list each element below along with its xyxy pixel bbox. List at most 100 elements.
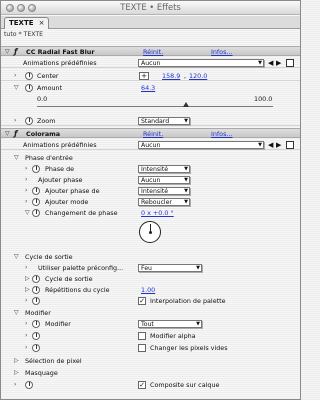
effect-header-colorama[interactable]: ▽ ƒ Colorama Réinit. Infos... (1, 128, 300, 138)
disclosure-open-icon[interactable]: ▽ (14, 252, 19, 262)
disclosure-closed-icon[interactable]: › (25, 186, 27, 196)
disclosure-closed-icon[interactable]: › (14, 380, 16, 390)
disclosure-closed-icon[interactable]: › (25, 296, 27, 306)
phase-shift-value[interactable]: 0 x +0.0 ° (141, 208, 174, 218)
disclosure-closed-icon[interactable]: ▷ (25, 274, 30, 284)
center-y-value[interactable]: 120.0 (189, 71, 207, 81)
stopwatch-icon[interactable] (25, 72, 33, 80)
phase-de-dropdown[interactable]: Intensité (138, 165, 190, 173)
cycle-repetitions-value[interactable]: 1.00 (141, 285, 155, 295)
modify-row: › Modifier Tout (1, 319, 300, 329)
modify-group-label: Modifier (25, 309, 51, 317)
pixel-selection-label: Sélection de pixel (25, 357, 82, 365)
disclosure-closed-icon[interactable]: › (25, 263, 27, 273)
presets-label: Animations prédéfinies (23, 141, 97, 149)
reset-link[interactable]: Réinit. (143, 129, 163, 139)
tab-label: TEXTE (9, 19, 34, 27)
presets-dropdown[interactable]: Aucun (138, 141, 264, 149)
apply-preset-button[interactable] (286, 141, 294, 149)
stopwatch-icon[interactable] (25, 381, 33, 389)
pixel-selection-group[interactable]: ▷ Sélection de pixel (1, 356, 300, 366)
preset-next-icon[interactable]: ▶ (276, 59, 281, 67)
fx-icon[interactable]: ƒ (14, 129, 17, 139)
change-empty-pixels-checkbox[interactable] (138, 344, 146, 352)
disclosure-closed-icon[interactable]: › (14, 71, 16, 81)
stopwatch-icon[interactable] (32, 187, 40, 195)
stopwatch-icon[interactable] (32, 344, 40, 352)
stopwatch-icon[interactable] (32, 320, 40, 328)
phase-angle-dial[interactable] (139, 221, 161, 243)
disclosure-closed-icon[interactable]: › (25, 175, 27, 185)
stopwatch-icon[interactable] (32, 332, 40, 340)
disclosure-open-icon[interactable]: ▽ (5, 129, 10, 139)
stopwatch-icon[interactable] (25, 84, 33, 92)
amount-value[interactable]: 64.3 (141, 83, 155, 93)
stopwatch-icon[interactable] (32, 286, 40, 294)
add-phase-de-dropdown[interactable]: Intensité (138, 187, 190, 195)
masking-group[interactable]: ▷ Masquage (1, 368, 300, 378)
crosshair-icon[interactable]: + (139, 72, 149, 80)
preset-palette-dropdown[interactable]: Feu (138, 264, 202, 272)
preset-prev-icon[interactable]: ◀ (268, 141, 273, 149)
stopwatch-icon[interactable] (32, 275, 40, 283)
slider-max-label: 100.0 (254, 95, 273, 103)
modify-dropdown[interactable]: Tout (138, 320, 202, 328)
amount-slider-track[interactable] (37, 106, 273, 107)
change-empty-pixels-row: › Changer les pixels vides (1, 343, 300, 353)
center-label: Center (37, 72, 59, 80)
disclosure-open-icon[interactable]: ▽ (14, 153, 19, 163)
tab-close-icon[interactable]: × (39, 18, 45, 29)
center-row: › Center + 158.9 , 120.0 (1, 71, 300, 81)
phase-de-label: Phase de (45, 165, 75, 173)
disclosure-open-icon[interactable]: ▽ (14, 83, 19, 93)
disclosure-closed-icon[interactable]: › (25, 197, 27, 207)
fx-icon[interactable]: ƒ (14, 47, 17, 57)
composite-on-layer-checkbox[interactable]: ✓ (138, 381, 146, 389)
input-phase-group[interactable]: ▽ Phase d'entrée (1, 153, 300, 163)
stopwatch-icon[interactable] (32, 165, 40, 173)
disclosure-closed-icon[interactable]: › (25, 331, 27, 341)
stopwatch-icon[interactable] (32, 297, 40, 305)
disclosure-open-icon[interactable]: ▽ (5, 47, 10, 57)
disclosure-closed-icon[interactable]: ▷ (14, 368, 19, 378)
add-phase-dropdown[interactable]: Aucun (138, 176, 190, 184)
presets-dropdown[interactable]: Aucun (138, 59, 264, 67)
phase-shift-label: Changement de phase (45, 209, 118, 217)
modify-alpha-checkbox[interactable] (138, 332, 146, 340)
modify-group[interactable]: ▽ Modifier (1, 308, 300, 318)
palette-interpolation-checkbox[interactable]: ✓ (138, 297, 146, 305)
effect-name: CC Radial Fast Blur (26, 48, 95, 56)
tab-texte[interactable]: TEXTE × (4, 17, 49, 29)
disclosure-closed-icon[interactable]: › (25, 343, 27, 353)
disclosure-closed-icon[interactable]: › (14, 116, 16, 126)
slider-min-label: 0.0 (37, 95, 48, 103)
amount-slider-handle[interactable] (183, 102, 189, 107)
preset-prev-icon[interactable]: ◀ (268, 59, 273, 67)
disclosure-open-icon[interactable]: ▽ (14, 308, 19, 318)
effect-header-radial-fast-blur[interactable]: ▽ ƒ CC Radial Fast Blur Réinit. Infos... (1, 46, 300, 56)
disclosure-open-icon[interactable]: ▽ (25, 208, 30, 218)
reset-link[interactable]: Réinit. (143, 47, 163, 57)
output-cycle-label: Cycle de sortie (25, 253, 73, 261)
add-phase-de-row: › Ajouter phase de Intensité (1, 186, 300, 196)
stopwatch-icon[interactable] (32, 198, 40, 206)
zoom-dropdown[interactable]: Standard (138, 117, 190, 125)
cycle-repetitions-row: ▷ Répétitions du cycle 1.00 (1, 285, 300, 295)
stopwatch-icon[interactable] (32, 209, 40, 217)
change-empty-pixels-label: Changer les pixels vides (150, 344, 228, 352)
preset-next-icon[interactable]: ▶ (276, 141, 281, 149)
disclosure-closed-icon[interactable]: › (25, 319, 27, 329)
apply-preset-button[interactable] (286, 59, 294, 67)
output-cycle-group[interactable]: ▽ Cycle de sortie (1, 252, 300, 262)
disclosure-closed-icon[interactable]: ▷ (14, 356, 19, 366)
infos-link[interactable]: Infos... (211, 47, 233, 57)
dial-center (149, 231, 152, 234)
infos-link[interactable]: Infos... (211, 129, 233, 139)
disclosure-closed-icon[interactable]: ▷ (25, 285, 30, 295)
stopwatch-icon[interactable] (25, 117, 33, 125)
disclosure-closed-icon[interactable]: › (25, 164, 27, 174)
center-x-value[interactable]: 158.9 (162, 71, 180, 81)
add-mode-dropdown[interactable]: Reboucler (138, 198, 190, 206)
amount-row: ▽ Amount 64.3 (1, 83, 300, 93)
amount-label: Amount (37, 84, 63, 92)
